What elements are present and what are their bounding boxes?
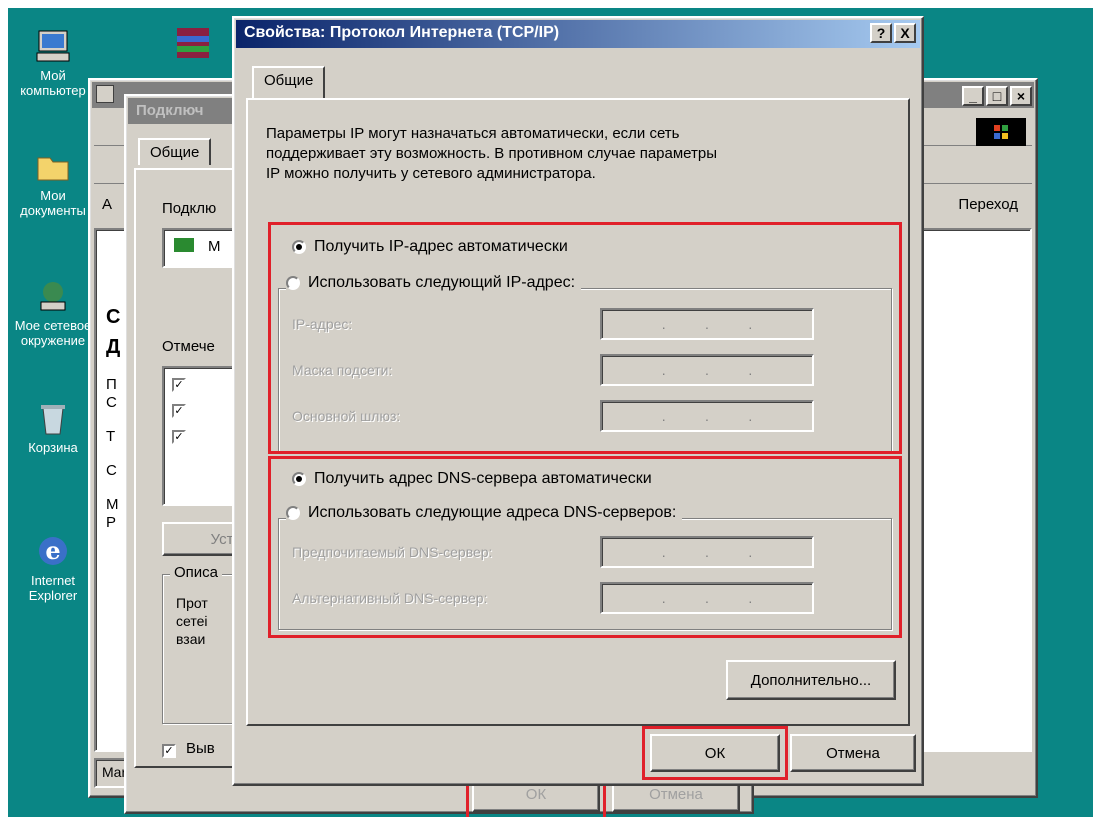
screenshot-frame: Мой компьютер Мои документы Мое сетевое … — [0, 0, 1101, 825]
description-label: Описа — [170, 564, 223, 581]
desktop-icon-label: Мое сетевое окружение — [14, 318, 92, 348]
general-tab-panel: Параметры IP могут назначаться автоматич… — [246, 98, 910, 726]
tab-general-mid[interactable]: Общие — [138, 138, 212, 165]
desktop-icon-recycle-bin[interactable]: Корзина — [8, 400, 98, 455]
adapter-text: М — [208, 238, 221, 255]
minimize-icon: _ — [969, 88, 977, 104]
dialog-close-button[interactable]: X — [894, 23, 916, 43]
help-icon: ? — [876, 25, 886, 41]
advanced-label: Дополнительно... — [750, 671, 872, 689]
sidebar-glyphs: С Д П С Т С М Р — [106, 260, 120, 532]
cancel-label: Отмена — [826, 744, 880, 762]
dialog-title: Свойства: Протокол Интернета (TCP/IP) — [244, 24, 560, 41]
tcpip-properties-dialog: Свойства: Протокол Интернета (TCP/IP) ? … — [232, 16, 924, 786]
desktop-icon-network[interactable]: Мое сетевое окружение — [8, 278, 98, 348]
status-text: Mar — [102, 764, 127, 780]
desktop-icon-my-documents[interactable]: Мои документы — [8, 148, 98, 218]
tab-label: Общие — [264, 72, 314, 89]
description-line: IP можно получить у сетевого администрат… — [266, 165, 596, 182]
component-checkbox[interactable]: ✓ — [172, 378, 186, 392]
description-text: Прот сетеі взаи — [176, 594, 208, 648]
close-icon: X — [900, 25, 910, 41]
highlight-box-ok — [642, 726, 788, 780]
svg-text:e: e — [45, 536, 60, 565]
tab-general[interactable]: Общие — [252, 66, 326, 100]
description-line: Прот — [176, 595, 208, 611]
internet-explorer-icon: e — [35, 533, 71, 569]
cancel-button[interactable]: Отмена — [790, 734, 916, 772]
address-label: А — [102, 196, 113, 213]
sidebar-glyph: М — [106, 496, 119, 513]
description-line: взаи — [176, 631, 206, 647]
desktop-icon-internet-explorer[interactable]: e Internet Explorer — [8, 533, 98, 603]
desktop-icon-label: Internet Explorer — [28, 573, 78, 603]
description-line: сетеі — [176, 613, 208, 629]
sidebar-glyph: Т — [106, 428, 116, 445]
components-label: Отмече — [162, 338, 215, 355]
folder-icon — [35, 148, 71, 184]
close-button[interactable]: × — [1010, 86, 1032, 106]
description-line: поддерживает эту возможность. В противно… — [266, 145, 718, 162]
component-checkbox[interactable]: ✓ — [172, 430, 186, 444]
install-label: Уст — [210, 530, 234, 548]
desktop: Мой компьютер Мои документы Мое сетевое … — [8, 8, 1093, 817]
dialog-description: Параметры IP могут назначаться автоматич… — [266, 124, 717, 184]
window-app-icon — [96, 85, 114, 103]
connection-title: Подключ — [136, 102, 204, 119]
desktop-icon-my-computer[interactable]: Мой компьютер — [8, 28, 98, 98]
show-icon-label: Выв — [186, 740, 215, 757]
my-computer-icon — [35, 28, 71, 64]
maximize-icon: □ — [992, 88, 1002, 104]
connect-using-label: Подклю — [162, 200, 217, 217]
go-button[interactable]: Переход — [958, 196, 1018, 213]
sidebar-glyph: С — [106, 306, 121, 328]
desktop-icon-label: Мой компьютер — [20, 68, 86, 98]
sidebar-glyph: С — [106, 394, 117, 411]
maximize-button[interactable]: □ — [986, 86, 1008, 106]
sidebar-glyph: С — [106, 462, 117, 479]
tab-label: Общие — [150, 144, 200, 161]
network-icon — [35, 278, 71, 314]
desktop-icon-label: Мои документы — [20, 188, 86, 218]
desktop-icon-label: Корзина — [28, 440, 78, 455]
highlight-box-dns — [268, 456, 902, 638]
minimize-button[interactable]: _ — [962, 86, 984, 106]
sidebar-glyph: Д — [106, 336, 121, 358]
archive-icon[interactable] — [173, 22, 213, 62]
sidebar-glyph: Р — [106, 514, 117, 531]
description-line: Параметры IP могут назначаться автоматич… — [266, 125, 680, 142]
advanced-button[interactable]: Дополнительно... — [726, 660, 896, 700]
help-button[interactable]: ? — [870, 23, 892, 43]
windows-logo — [976, 118, 1026, 146]
dialog-titlebar: Свойства: Протокол Интернета (TCP/IP) ? … — [236, 20, 920, 48]
cancel-label: Отмена — [649, 785, 703, 803]
show-icon-checkbox[interactable]: ✓ — [162, 744, 176, 758]
network-adapter-icon — [174, 238, 194, 252]
close-icon: × — [1016, 88, 1026, 104]
recycle-bin-icon — [35, 400, 71, 436]
highlight-box-ip — [268, 222, 902, 454]
sidebar-glyph: П — [106, 376, 117, 393]
component-checkbox[interactable]: ✓ — [172, 404, 186, 418]
